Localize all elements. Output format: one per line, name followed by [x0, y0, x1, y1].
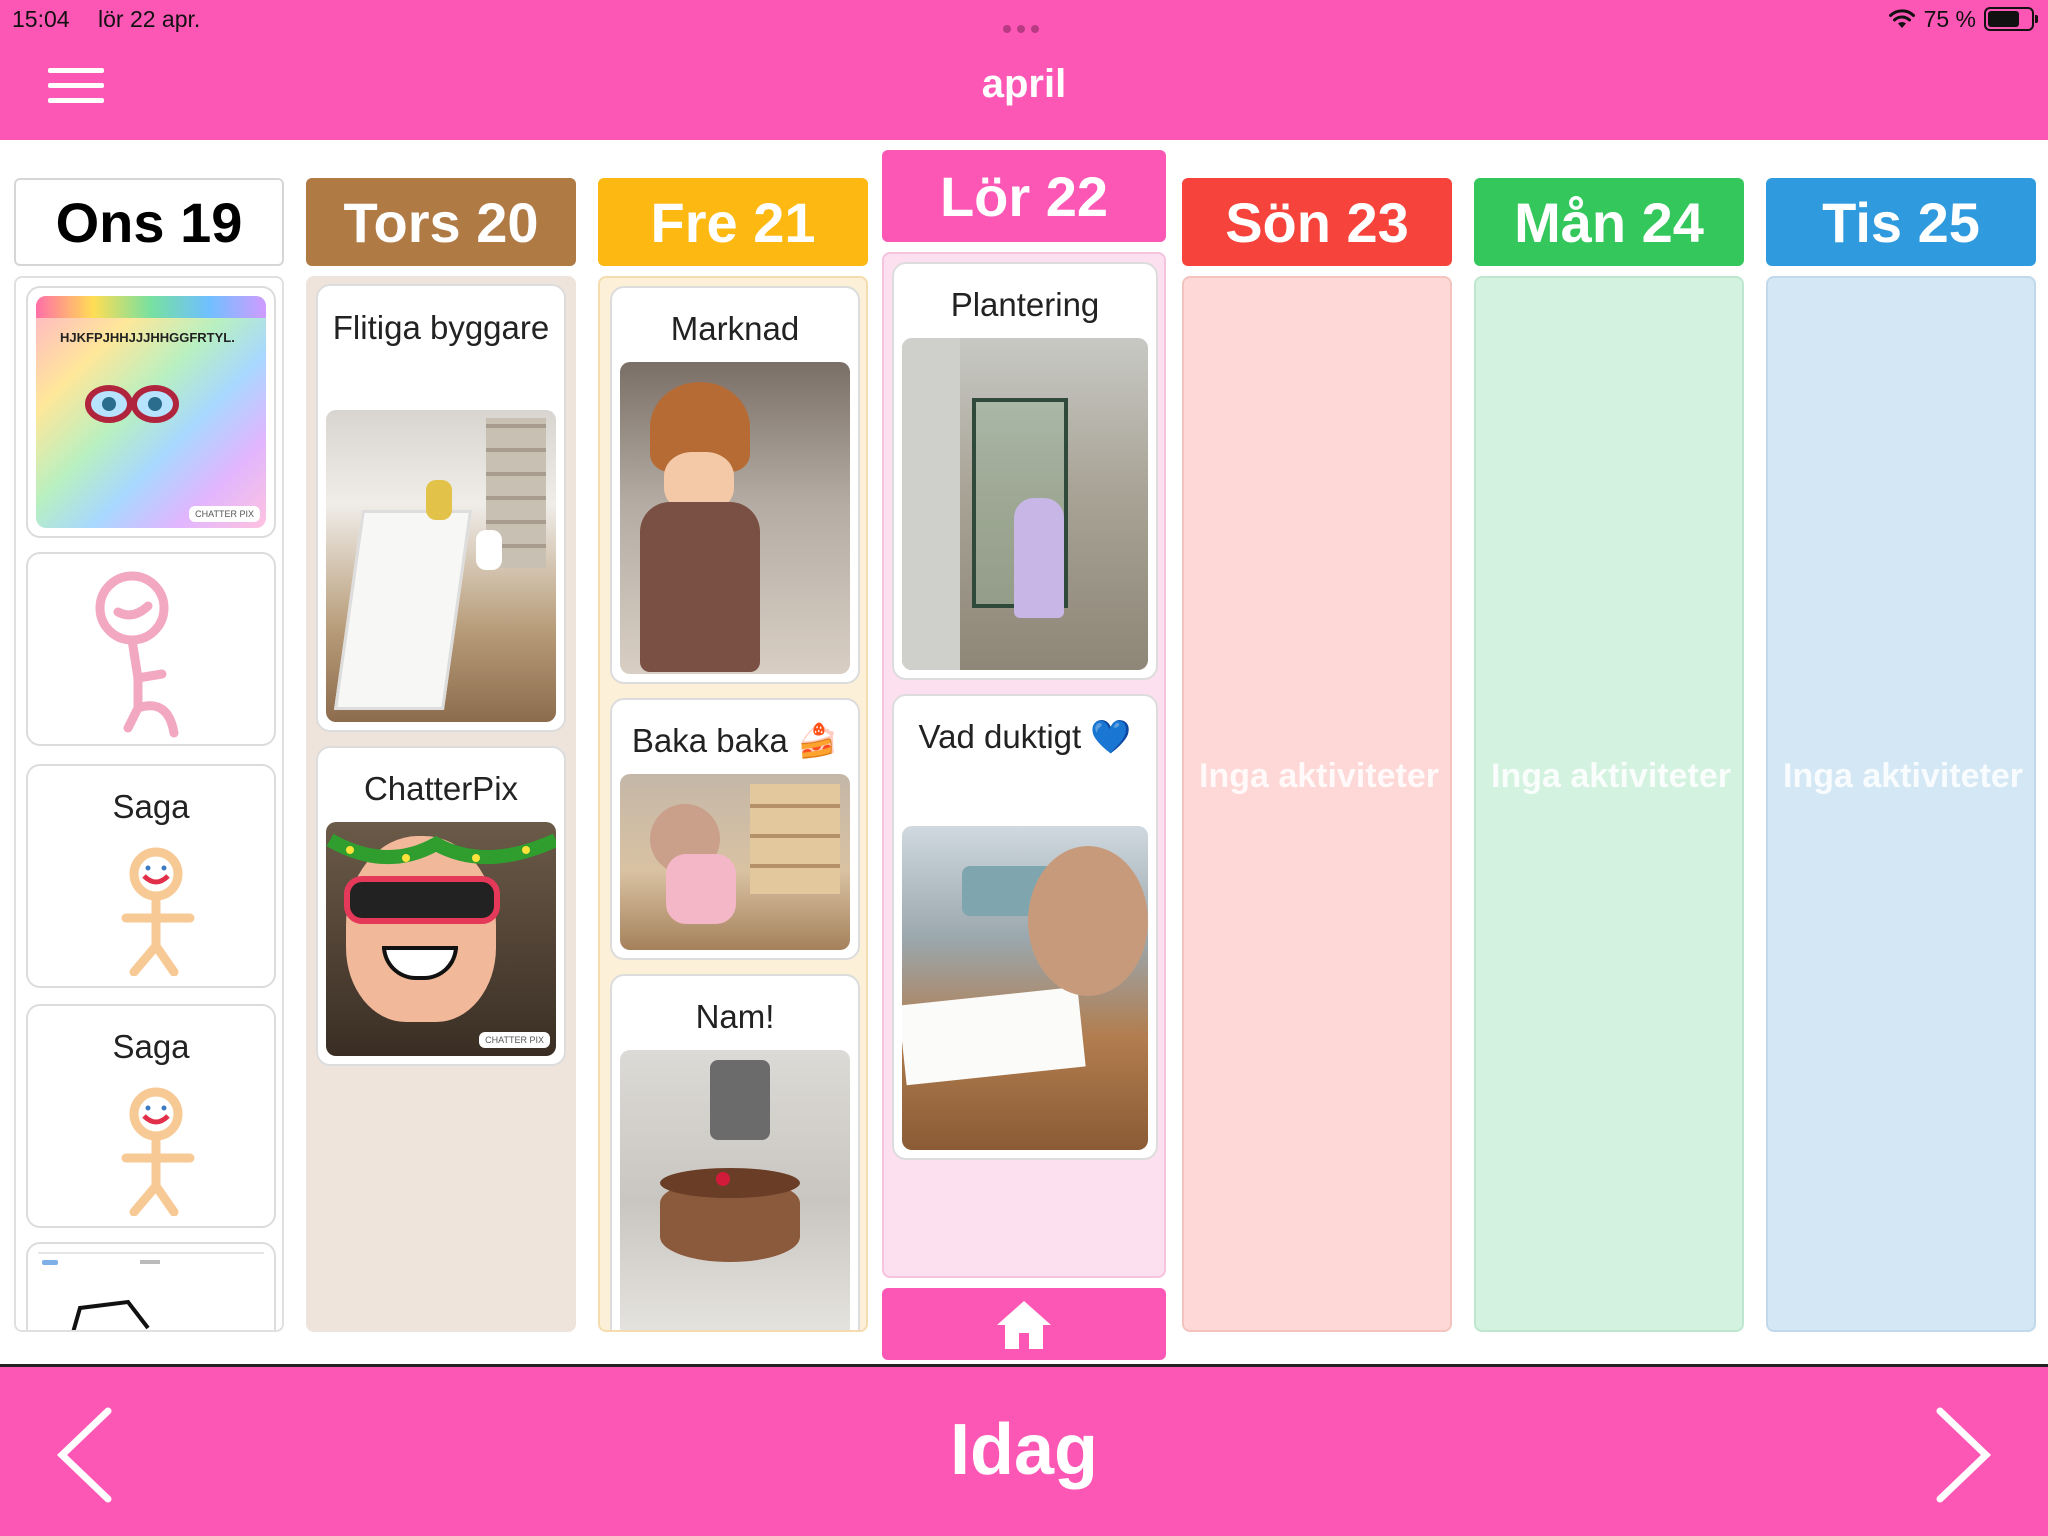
day-column-son-23: Sön 23 Inga aktiviteter [1182, 178, 1452, 1332]
day-body: HJKFPJHHJJJHHGGFRTYL. CHATTER PIX Saga S… [14, 276, 284, 1332]
activity-photo [620, 1050, 850, 1330]
day-body: Inga aktiviteter [1474, 276, 1744, 1332]
photo-caption: HJKFPJHHJJJHHGGFRTYL. [60, 330, 235, 345]
bottom-bar: Idag [0, 1364, 2048, 1536]
activity-card[interactable]: Flitiga byggare [316, 284, 566, 732]
empty-state-text: Inga aktiviteter [1491, 757, 1731, 795]
activity-card[interactable]: Plantering [892, 262, 1158, 680]
activity-title: Flitiga byggare [332, 309, 550, 346]
home-icon [997, 1301, 1051, 1349]
back-icon [42, 1260, 58, 1265]
activity-card[interactable]: HJKFPJHHJJJHHGGFRTYL. CHATTER PIX [26, 286, 276, 538]
activity-card[interactable]: Saga [26, 764, 276, 988]
activity-card[interactable] [26, 1242, 276, 1330]
party-glasses-icon [326, 833, 556, 865]
activity-card[interactable]: Nam! [610, 974, 860, 1330]
activity-photo [620, 774, 850, 950]
home-button[interactable] [882, 1288, 1166, 1360]
day-header[interactable]: Ons 19 [14, 178, 284, 266]
day-header[interactable]: Mån 24 [1474, 178, 1744, 266]
activity-title: Saga [112, 1028, 190, 1065]
chatterpix-badge: CHATTER PIX [479, 1032, 550, 1048]
activity-card[interactable]: Baka baka 🍰 [610, 698, 860, 960]
day-header[interactable]: Tors 20 [306, 178, 576, 266]
activity-card[interactable]: Vad duktigt 💙 [892, 694, 1158, 1160]
day-header[interactable]: Sön 23 [1182, 178, 1452, 266]
activity-card[interactable]: Saga [26, 1004, 276, 1228]
chevron-right-icon [1936, 1407, 1992, 1503]
day-column-man-24: Mån 24 Inga aktiviteter [1474, 178, 1744, 1332]
day-body: Marknad Baka baka 🍰 Nam! [598, 276, 868, 1332]
drawing-image [121, 847, 195, 976]
activity-photo [902, 826, 1148, 1150]
day-column-fre-21: Fre 21 Marknad Baka baka 🍰 Nam! [598, 178, 868, 1332]
day-column-tors-20: Tors 20 Flitiga byggare ChatterPix CHATT… [306, 178, 576, 1332]
day-column-lor-22: Lör 22 Plantering Vad duktigt 💙 [882, 150, 1166, 1278]
multitasking-dots-icon[interactable] [1000, 20, 1048, 33]
day-header[interactable]: Tis 25 [1766, 178, 2036, 266]
status-time: 15:04 [12, 6, 70, 32]
empty-state-text: Inga aktiviteter [1783, 757, 2023, 795]
status-date: lör 22 apr. [98, 6, 201, 32]
page-title: april [981, 62, 1067, 106]
drawing-image [121, 1087, 195, 1216]
activity-photo: CHATTER PIX [326, 822, 556, 1056]
activity-photo [326, 410, 556, 722]
empty-state-text: Inga aktiviteter [1199, 757, 1439, 795]
activity-title: Baka baka 🍰 [631, 722, 839, 759]
activity-card[interactable]: Marknad [610, 286, 860, 684]
chatterpix-badge: CHATTER PIX [189, 506, 260, 522]
drawing-image [71, 1299, 150, 1330]
glasses-icon [85, 385, 179, 423]
activity-photo [902, 338, 1148, 670]
activity-photo: HJKFPJHHJJJHHGGFRTYL. CHATTER PIX [36, 296, 266, 528]
day-body: Plantering Vad duktigt 💙 [882, 252, 1166, 1278]
wifi-icon [1888, 9, 1915, 28]
activity-photo [620, 362, 850, 674]
day-body: Inga aktiviteter [1766, 276, 2036, 1332]
day-column-ons-19: Ons 19 HJKFPJHHJJJHHGGFRTYL. CHATTER PIX [14, 178, 284, 1332]
day-body: Flitiga byggare ChatterPix CHATTER PIX [306, 276, 576, 1332]
today-button[interactable]: Idag [0, 1409, 2048, 1491]
day-header[interactable]: Lör 22 [882, 150, 1166, 242]
activity-title: Saga [112, 788, 190, 825]
status-indicators: 75 % [1888, 4, 2038, 34]
activity-title: Vad duktigt 💙 [918, 718, 1132, 755]
activity-card[interactable] [26, 552, 276, 746]
activity-title: Nam! [695, 998, 775, 1035]
activity-title: Marknad [670, 310, 800, 347]
day-column-tis-25: Tis 25 Inga aktiviteter [1766, 178, 2036, 1332]
activity-title: ChatterPix [363, 770, 519, 807]
day-header[interactable]: Fre 21 [598, 178, 868, 266]
battery-icon [1984, 7, 2038, 31]
activity-title: Plantering [950, 286, 1100, 323]
drawing-image [95, 571, 179, 738]
battery-percent: 75 % [1923, 5, 1976, 32]
day-body: Inga aktiviteter [1182, 276, 1452, 1332]
next-week-button[interactable] [1924, 1405, 1994, 1505]
top-bar: 15:04 lör 22 apr. 75 % april [0, 0, 2048, 140]
activity-card[interactable]: ChatterPix CHATTER PIX [316, 746, 566, 1066]
sunglasses-icon [344, 876, 500, 924]
